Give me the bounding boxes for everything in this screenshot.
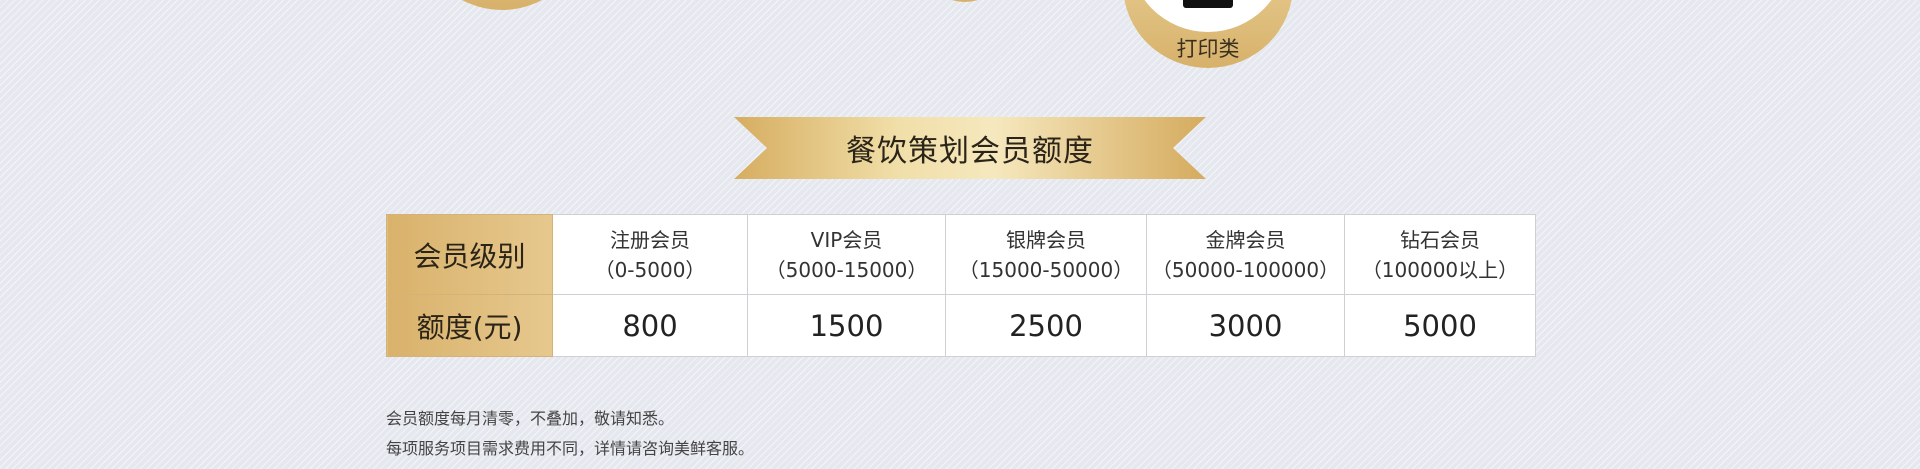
table-row-amount: 额度(元) 800 1500 2500 3000 5000: [386, 294, 1536, 357]
tier-range: （50000-100000）: [1151, 257, 1340, 282]
section-title: 餐饮策划会员额度: [846, 134, 1094, 169]
tier-range: （100000以上）: [1361, 257, 1519, 282]
tier-name: 银牌会员: [1006, 227, 1086, 252]
tier-cell-silver: 银牌会员 （15000-50000）: [945, 214, 1147, 295]
amount-cell-silver: 2500: [945, 294, 1147, 357]
amount-cell-gold: 3000: [1146, 294, 1345, 357]
tier-name: 注册会员: [610, 227, 690, 252]
printer-icon: [1183, 0, 1233, 8]
amount-cell-vip: 1500: [747, 294, 946, 357]
tier-cell-vip: VIP会员 （5000-15000）: [747, 214, 946, 295]
tier-cell-registered: 注册会员 （0-5000）: [552, 214, 748, 295]
tier-range: （0-5000）: [594, 257, 706, 282]
category-badge-print[interactable]: 打印类: [1123, 0, 1293, 68]
row-header-amount: 额度(元): [386, 294, 553, 357]
tier-range: （15000-50000）: [958, 257, 1134, 282]
tier-cell-gold: 金牌会员 （50000-100000）: [1146, 214, 1345, 295]
amount-cell-registered: 800: [552, 294, 748, 357]
table-row-level: 会员级别 注册会员 （0-5000） VIP会员 （5000-15000） 银牌…: [386, 214, 1536, 295]
tier-cell-diamond: 钻石会员 （100000以上）: [1344, 214, 1536, 295]
amount-cell-diamond: 5000: [1344, 294, 1536, 357]
row-header-level: 会员级别: [386, 214, 553, 295]
note-monthly-reset: 会员额度每月清零，不叠加，敬请知悉。: [386, 409, 675, 428]
category-badge-middle[interactable]: [905, 0, 1025, 2]
title-ribbon: 餐饮策划会员额度: [734, 117, 1206, 179]
badge-print-label: 打印类: [1176, 37, 1240, 61]
tier-range: （5000-15000）: [765, 257, 928, 282]
note-contact-service: 每项服务项目需求费用不同，详情请咨询美鲜客服。: [386, 439, 755, 458]
membership-quota-table: 会员级别 注册会员 （0-5000） VIP会员 （5000-15000） 银牌…: [386, 214, 1536, 357]
tier-name: VIP会员: [810, 227, 883, 252]
category-badge-left[interactable]: [417, 0, 587, 10]
tier-name: 金牌会员: [1205, 227, 1286, 252]
tier-name: 钻石会员: [1400, 227, 1480, 252]
